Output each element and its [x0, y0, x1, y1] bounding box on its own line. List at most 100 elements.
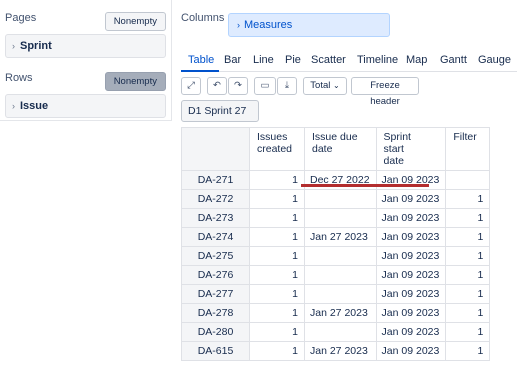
- rows-nonempty-button[interactable]: Nonempty: [104, 72, 166, 91]
- page-filter-dropdown[interactable]: D1 Sprint 27 ⌄: [181, 100, 259, 136]
- pages-nonempty-button[interactable]: Nonempty: [104, 12, 166, 31]
- export-button[interactable]: ⤓: [277, 77, 297, 95]
- cell-issues-created: 1: [249, 341, 305, 361]
- tab-table[interactable]: Table: [188, 54, 214, 66]
- cell-sprint-start-date: Jan 09 2023: [375, 284, 447, 304]
- cell-sprint-start-date: Jan 09 2023: [375, 341, 447, 361]
- cell-issues-created: 1: [249, 189, 305, 209]
- redo-button[interactable]: ↷: [228, 77, 248, 95]
- header-line: Sprint: [383, 131, 411, 143]
- redo-icon: ↷: [234, 80, 242, 91]
- undo-button[interactable]: ↶: [207, 77, 227, 95]
- freeze-header-button[interactable]: Freeze header: [351, 77, 419, 107]
- header-line: date: [312, 143, 333, 155]
- cell-sprint-start-date: Jan 09 2023: [375, 246, 447, 266]
- cell-issues-created: 1: [249, 284, 305, 304]
- undo-icon: ↶: [213, 80, 221, 91]
- row-header[interactable]: DA-278: [181, 303, 250, 323]
- cell-issue-due-date: [304, 322, 377, 342]
- header-line: Filter: [453, 131, 477, 143]
- column-header-sprint-start-date[interactable]: Sprint start date: [375, 127, 447, 171]
- chevron-right-icon: ›: [12, 41, 15, 51]
- column-header-issues-created[interactable]: Issues created: [249, 127, 305, 171]
- tab-map[interactable]: Map: [406, 54, 427, 66]
- columns-label: Columns: [181, 12, 225, 24]
- row-header[interactable]: DA-275: [181, 246, 250, 266]
- cell-filter: 1: [445, 246, 491, 266]
- rows-label: Rows: [5, 72, 33, 84]
- cell-filter: [445, 170, 491, 190]
- report-table: Issues created Issue due date Sprint sta…: [181, 127, 491, 361]
- row-header[interactable]: DA-274: [181, 227, 250, 247]
- column-header-filter[interactable]: Filter: [445, 127, 491, 171]
- highlight-underline: [301, 184, 429, 187]
- header-line: Issues: [257, 131, 288, 143]
- table-row: DA-615 1 Jan 27 2023 Jan 09 2023 1: [181, 341, 491, 361]
- chevron-right-icon: ›: [237, 20, 240, 30]
- chevron-right-icon: ›: [12, 101, 15, 111]
- row-header[interactable]: DA-615: [181, 341, 250, 361]
- tab-bar[interactable]: Bar: [224, 54, 241, 66]
- cell-issues-created: 1: [249, 170, 305, 190]
- cell-issue-due-date: [304, 284, 377, 304]
- tab-gantt[interactable]: Gantt: [440, 54, 467, 66]
- table-header-row: Issues created Issue due date Sprint sta…: [181, 127, 491, 171]
- expand-icon: ⤢: [187, 80, 195, 91]
- cell-issues-created: 1: [249, 227, 305, 247]
- row-header[interactable]: DA-273: [181, 208, 250, 228]
- corner-cell: [181, 127, 250, 171]
- row-header[interactable]: DA-280: [181, 322, 250, 342]
- cell-issue-due-date: Jan 27 2023: [304, 303, 377, 323]
- cell-sprint-start-date: Jan 09 2023: [375, 322, 447, 342]
- columns-dimension-label: Measures: [244, 19, 293, 31]
- cell-filter: 1: [445, 265, 491, 285]
- cell-issue-due-date: Jan 27 2023: [304, 341, 377, 361]
- row-header[interactable]: DA-277: [181, 284, 250, 304]
- table-row: DA-273 1 Jan 09 2023 1: [181, 208, 491, 228]
- download-icon: ⤓: [284, 80, 290, 91]
- cell-filter: 1: [445, 208, 491, 228]
- row-header[interactable]: DA-272: [181, 189, 250, 209]
- pages-sprint-dimension[interactable]: › Sprint: [5, 34, 166, 58]
- tab-scatter[interactable]: Scatter: [311, 54, 346, 66]
- cell-filter: 1: [445, 227, 491, 247]
- pages-dimension-label: Sprint: [20, 40, 52, 52]
- cell-filter: 1: [445, 341, 491, 361]
- cell-sprint-start-date: Jan 09 2023: [375, 303, 447, 323]
- columns-measures-dimension[interactable]: › Measures: [228, 13, 390, 37]
- cell-issue-due-date: [304, 189, 377, 209]
- cell-filter: 1: [445, 284, 491, 304]
- column-header-issue-due-date[interactable]: Issue due date: [304, 127, 377, 171]
- header-line: created: [257, 143, 293, 155]
- table-row: DA-272 1 Jan 09 2023 1: [181, 189, 491, 209]
- cell-sprint-start-date: Jan 09 2023: [375, 227, 447, 247]
- table-row: DA-275 1 Jan 09 2023 1: [181, 246, 491, 266]
- cell-sprint-start-date: Jan 09 2023: [375, 189, 447, 209]
- row-header[interactable]: DA-276: [181, 265, 250, 285]
- comment-icon: ▭: [260, 80, 270, 91]
- page-filter-value: D1 Sprint 27: [188, 105, 247, 117]
- tab-gauge[interactable]: Gauge: [478, 54, 511, 66]
- cell-issues-created: 1: [249, 303, 305, 323]
- active-tab-indicator: [181, 70, 219, 72]
- pages-label: Pages: [5, 12, 37, 24]
- tab-pie[interactable]: Pie: [285, 54, 301, 66]
- table-row: DA-280 1 Jan 09 2023 1: [181, 322, 491, 342]
- rows-dimension-label: Issue: [20, 100, 49, 112]
- cell-issue-due-date: Jan 27 2023: [304, 227, 377, 247]
- rows-issue-dimension[interactable]: › Issue: [5, 94, 166, 118]
- cell-issue-due-date: [304, 208, 377, 228]
- cell-filter: 1: [445, 303, 491, 323]
- cell-issues-created: 1: [249, 265, 305, 285]
- tab-line[interactable]: Line: [253, 54, 274, 66]
- fullscreen-button[interactable]: ⤢: [181, 77, 201, 95]
- total-label: Total: [310, 80, 331, 91]
- row-header[interactable]: DA-271: [181, 170, 250, 190]
- table-row: DA-277 1 Jan 09 2023 1: [181, 284, 491, 304]
- comment-button[interactable]: ▭: [254, 77, 276, 95]
- table-row: DA-274 1 Jan 27 2023 Jan 09 2023 1: [181, 227, 491, 247]
- total-dropdown[interactable]: Total ⌄: [303, 77, 347, 95]
- cell-filter: 1: [445, 189, 491, 209]
- tab-timeline[interactable]: Timeline: [357, 54, 398, 66]
- cell-sprint-start-date: Jan 09 2023: [375, 265, 447, 285]
